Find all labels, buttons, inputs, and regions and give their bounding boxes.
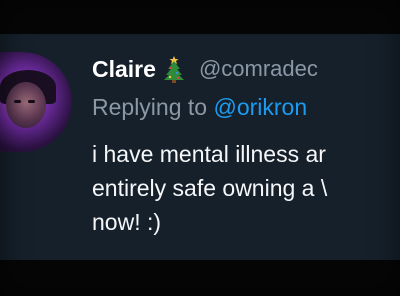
reply-handle-link[interactable]: @orikron [213, 94, 307, 120]
display-name[interactable]: Claire [92, 56, 156, 83]
user-handle[interactable]: @comradec [199, 56, 318, 82]
tweet-header: Claire @comradec [92, 54, 318, 84]
tweet-card[interactable]: Claire @comradec Replying to @orikron i … [0, 34, 400, 260]
replying-to: Replying to @orikron [92, 94, 307, 121]
avatar-eye-right [28, 100, 35, 103]
tweet-text: i have mental illness ar entirely safe o… [92, 137, 400, 239]
avatar-eye-left [14, 100, 21, 103]
christmas-tree-icon [163, 55, 185, 83]
tweet-text-line: now! :) [92, 209, 162, 235]
tweet-text-line: entirely safe owning a \ [92, 175, 328, 201]
avatar[interactable] [0, 52, 72, 152]
avatar-face [6, 82, 46, 128]
video-frame: Claire @comradec Replying to @orikron i … [0, 0, 400, 296]
tweet-text-line: i have mental illness ar [92, 141, 326, 167]
reply-prefix: Replying to [92, 94, 208, 120]
